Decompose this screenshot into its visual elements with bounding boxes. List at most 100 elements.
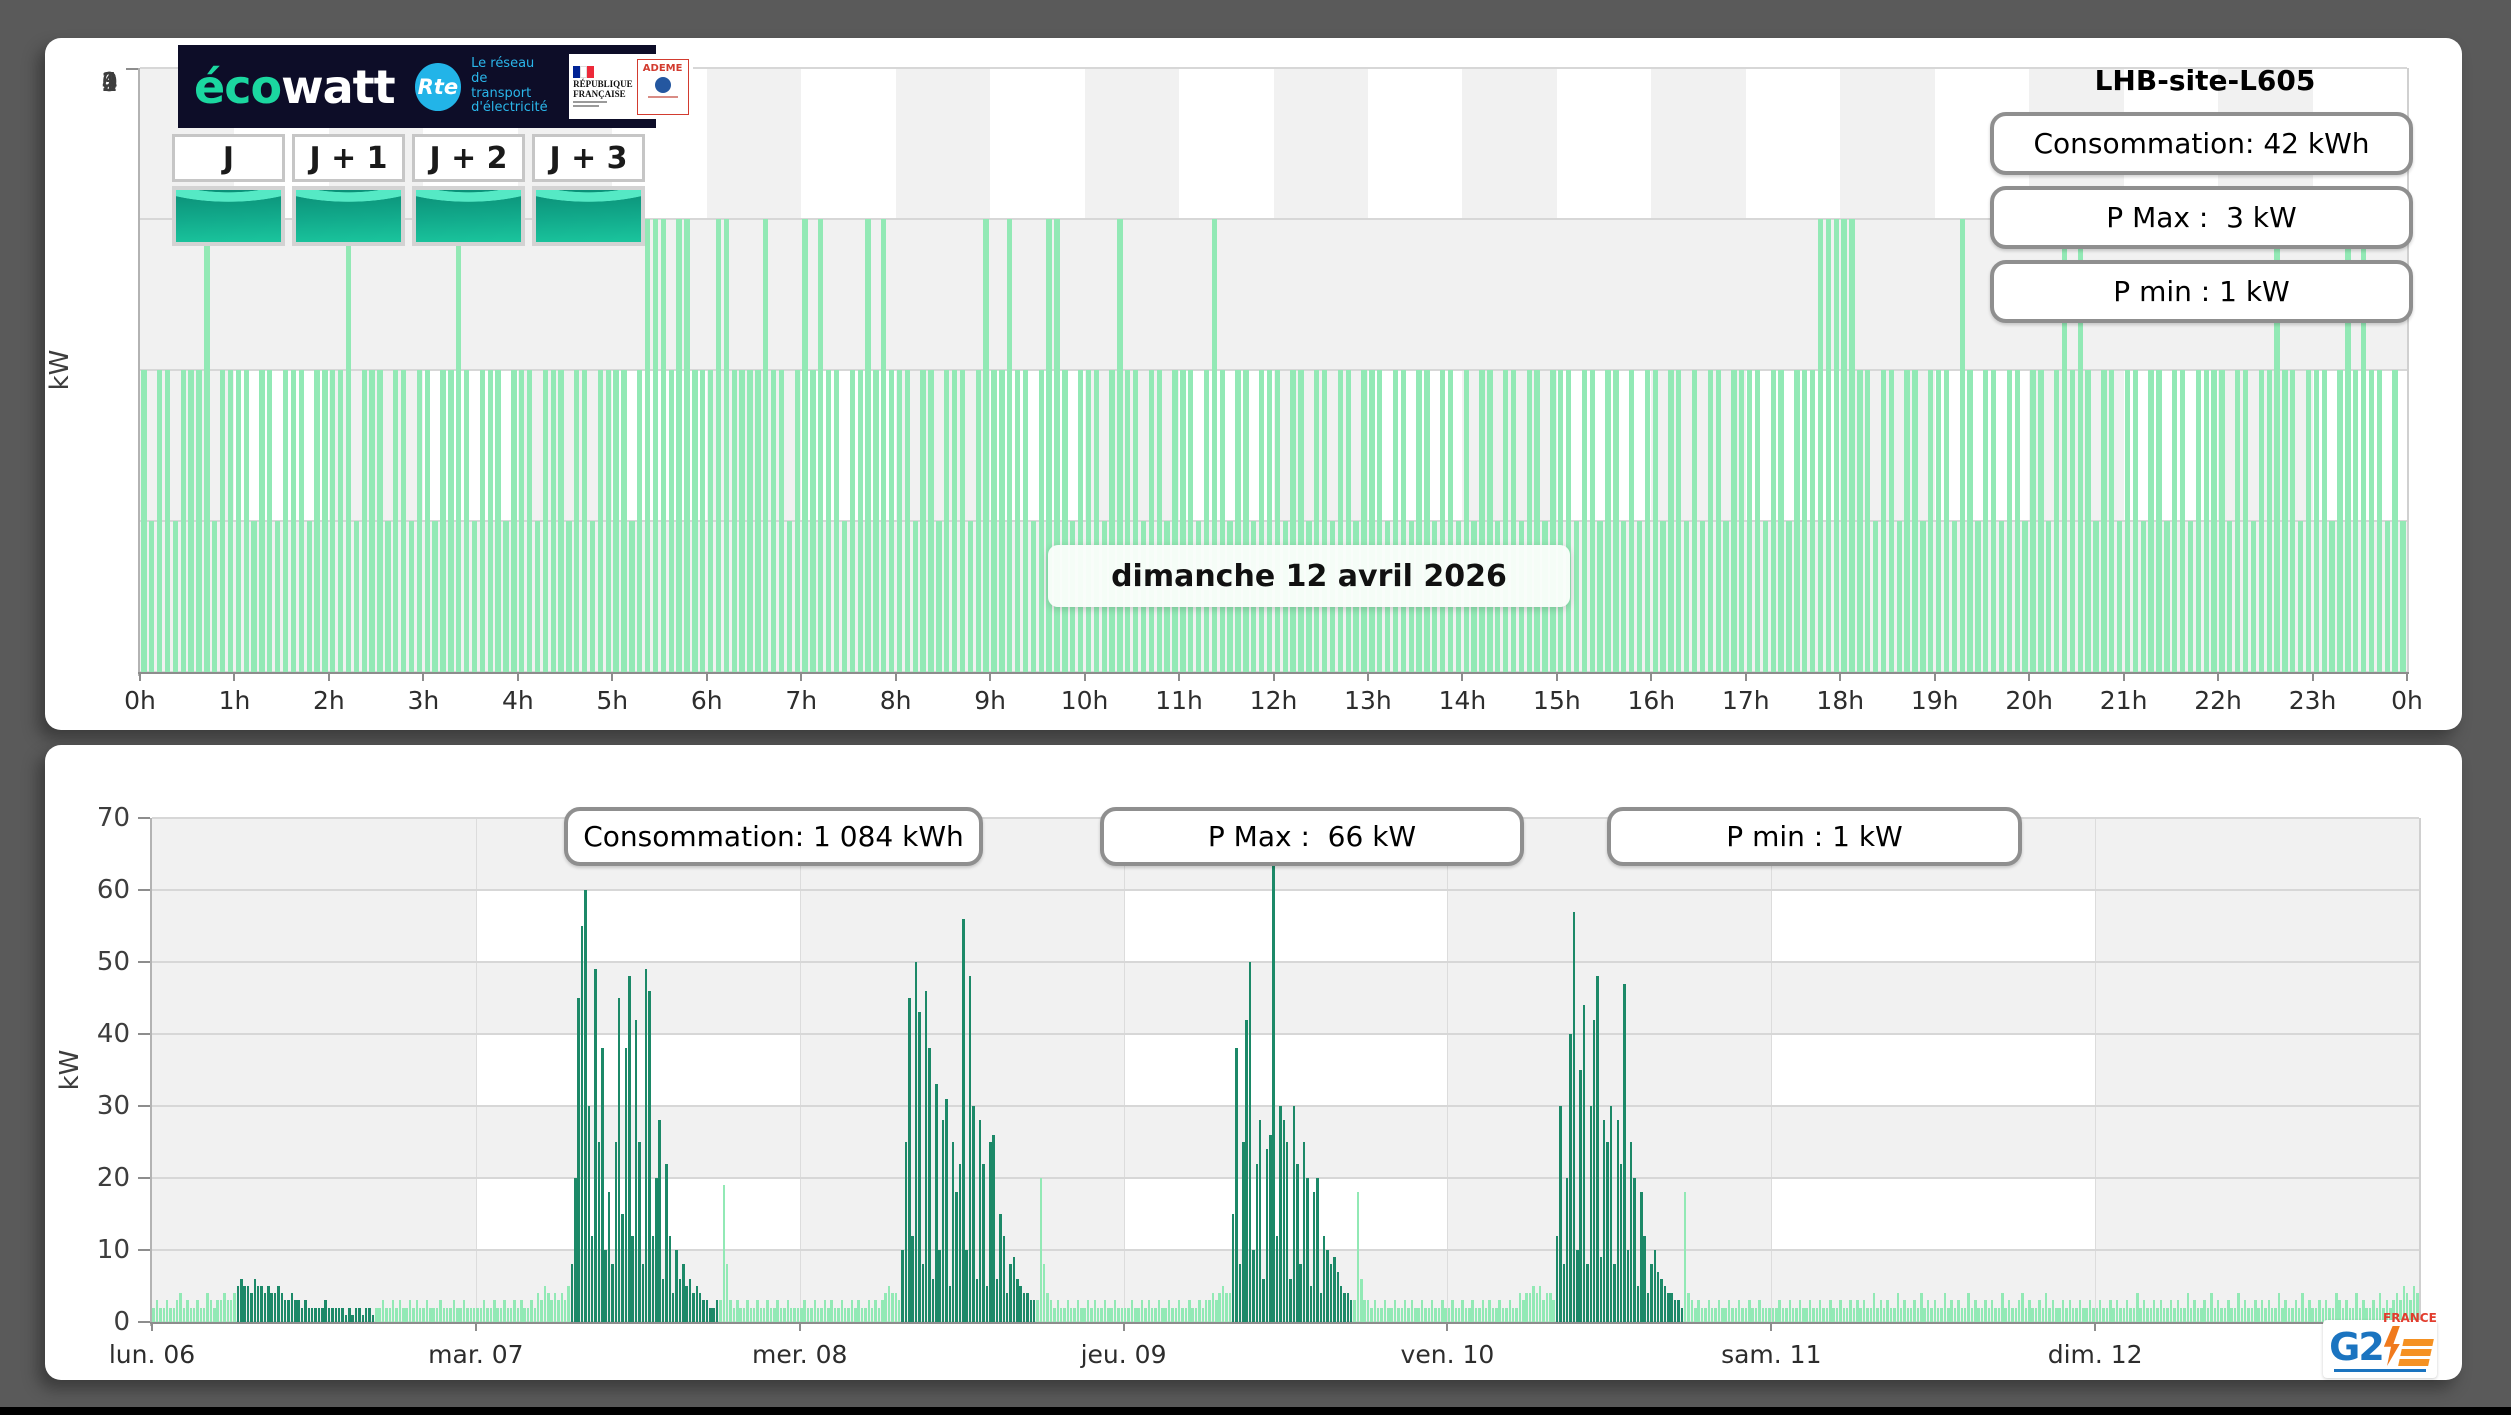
base-load-bar xyxy=(192,1307,196,1322)
consumption-bar xyxy=(1668,370,1674,672)
activity-bar xyxy=(250,1293,253,1322)
base-load-bar xyxy=(425,1300,429,1322)
base-load-bar xyxy=(1842,1307,1845,1322)
base-load-bar xyxy=(1724,1307,1727,1322)
base-load-bar xyxy=(1522,1300,1525,1322)
base-load-bar xyxy=(2227,1300,2230,1322)
base-load-bar xyxy=(2179,1307,2183,1322)
background-cell xyxy=(1273,370,1368,521)
consumption-bar xyxy=(2392,370,2398,672)
consumption-bar xyxy=(1833,219,1839,672)
y-tick xyxy=(138,1177,150,1179)
base-load-bar xyxy=(1495,1307,1498,1322)
stat-pmax-jour: P Max : 3 kW xyxy=(1990,186,2413,249)
consumption-bar xyxy=(282,370,289,672)
background-cell xyxy=(895,68,991,219)
activity-bar xyxy=(999,1214,1002,1322)
base-load-bar xyxy=(503,1300,506,1322)
base-load-bar xyxy=(550,1300,553,1322)
consumption-bar xyxy=(841,521,848,672)
consumption-bar xyxy=(542,370,548,672)
activity-bar xyxy=(236,1286,240,1322)
base-load-bar xyxy=(2324,1300,2328,1322)
activity-bar xyxy=(1316,1178,1319,1322)
base-load-bar xyxy=(1086,1300,1090,1322)
consumption-bar xyxy=(1983,370,1989,672)
activity-bar xyxy=(1012,1257,1016,1322)
consumption-bar xyxy=(1746,370,1753,672)
base-load-bar xyxy=(1974,1300,1977,1322)
activity-bar xyxy=(634,1019,638,1322)
base-load-bar xyxy=(1036,1300,1039,1322)
consumption-bar xyxy=(1951,521,1957,672)
x-tick xyxy=(1839,672,1842,681)
base-load-bar xyxy=(2051,1300,2055,1322)
base-load-bar xyxy=(820,1307,823,1322)
base-load-bar xyxy=(1461,1300,1464,1322)
base-load-bar xyxy=(543,1286,547,1322)
consumption-bar xyxy=(1447,370,1454,672)
consumption-bar xyxy=(2109,370,2115,672)
base-load-bar xyxy=(203,1307,206,1322)
consumption-bar xyxy=(747,370,753,672)
base-load-bar xyxy=(219,1300,223,1322)
tab-day-label: J + 1 xyxy=(292,134,405,182)
base-load-bar xyxy=(391,1300,395,1322)
base-load-bar xyxy=(2223,1307,2227,1322)
consumption-bar xyxy=(1644,370,1650,672)
base-load-bar xyxy=(1505,1307,1508,1322)
consumption-bar xyxy=(196,370,202,672)
activity-bar xyxy=(1343,1293,1346,1322)
activity-bar xyxy=(1576,1250,1579,1322)
consumption-bar xyxy=(1794,370,1800,672)
base-load-bar xyxy=(1889,1307,1893,1322)
activity-bar xyxy=(1349,1300,1353,1322)
consumption-bar xyxy=(345,219,352,672)
activity-bar xyxy=(1029,1300,1032,1322)
base-load-bar xyxy=(2038,1300,2041,1322)
base-load-bar xyxy=(1778,1300,1781,1322)
base-load-bar xyxy=(2142,1300,2146,1322)
base-load-bar xyxy=(1950,1300,1953,1322)
base-load-bar xyxy=(1390,1307,1393,1322)
consumption-bar xyxy=(259,370,265,672)
y-axis-line xyxy=(138,68,140,676)
consumption-bar xyxy=(2085,370,2091,672)
activity-bar xyxy=(334,1307,338,1322)
y-tick xyxy=(138,1249,150,1251)
background-cell xyxy=(2095,890,2419,962)
tab-day-J[interactable]: J xyxy=(172,134,285,246)
base-load-bar xyxy=(2287,1307,2291,1322)
tab-day-J+1[interactable]: J + 1 xyxy=(292,134,405,246)
consumption-bar xyxy=(723,219,730,672)
base-load-bar xyxy=(2021,1293,2024,1322)
base-load-bar xyxy=(486,1307,489,1322)
base-load-bar xyxy=(1420,1300,1424,1322)
base-load-bar xyxy=(1933,1300,1937,1322)
base-load-bar xyxy=(1518,1293,1522,1322)
base-load-bar xyxy=(736,1300,739,1322)
base-load-bar xyxy=(1528,1293,1532,1322)
base-load-bar xyxy=(1451,1300,1454,1322)
tab-day-J+2[interactable]: J + 2 xyxy=(412,134,525,246)
consumption-bar xyxy=(794,370,800,672)
consumption-bar xyxy=(1133,370,1139,672)
base-load-bar xyxy=(2277,1293,2281,1322)
date-label: dimanche 12 avril 2026 xyxy=(1048,545,1570,607)
base-load-bar xyxy=(1161,1307,1164,1322)
x-tick xyxy=(1446,1322,1449,1331)
tab-day-J+3[interactable]: J + 3 xyxy=(532,134,645,246)
base-load-bar xyxy=(823,1300,827,1322)
base-load-bar xyxy=(2102,1307,2105,1322)
consumption-bar xyxy=(707,370,714,672)
gridline xyxy=(152,1033,2419,1035)
activity-bar xyxy=(978,1120,982,1322)
activity-bar xyxy=(310,1307,314,1322)
base-load-bar xyxy=(412,1307,415,1322)
x-tick xyxy=(422,672,425,681)
activity-bar xyxy=(671,1293,675,1322)
activity-bar xyxy=(1333,1257,1336,1322)
base-load-bar xyxy=(1751,1307,1754,1322)
y-tick-label: 0 xyxy=(113,1307,130,1337)
base-load-bar xyxy=(496,1307,499,1322)
